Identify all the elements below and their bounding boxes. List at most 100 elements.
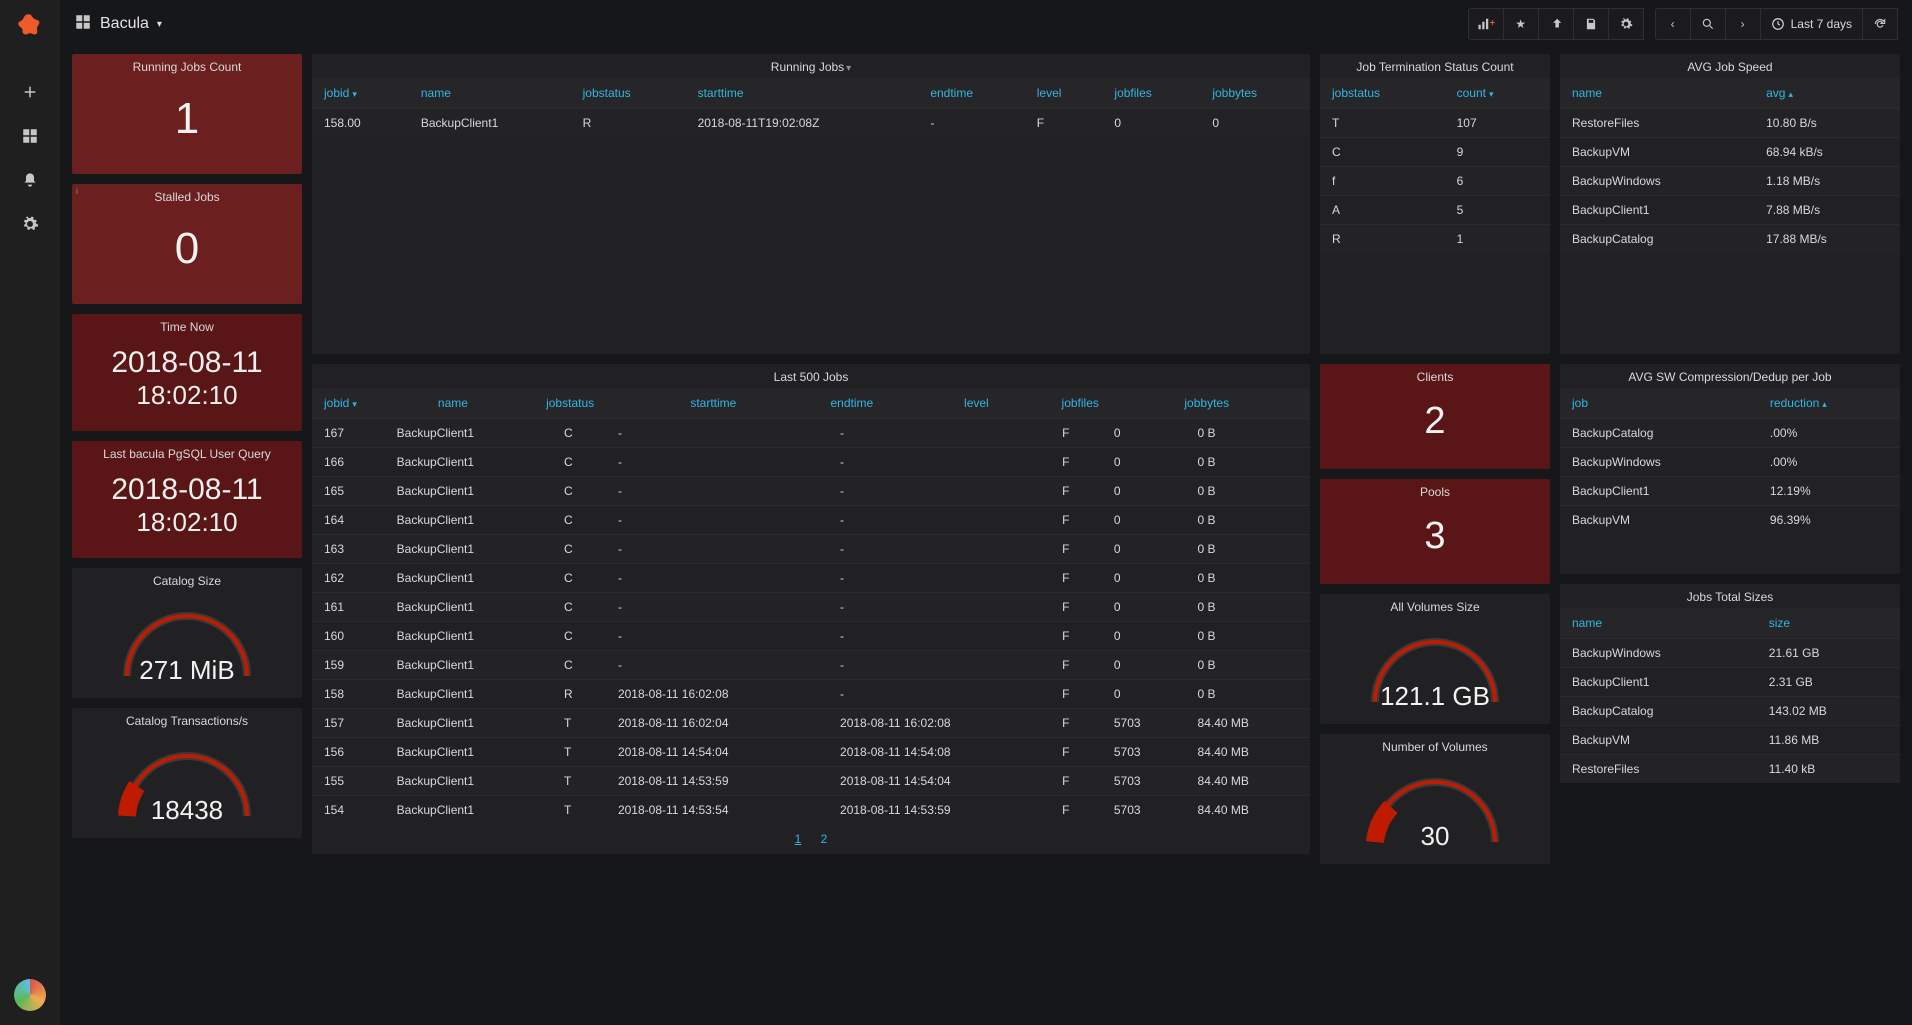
time-forward-button[interactable]: › (1725, 8, 1761, 40)
col-jobstatus[interactable]: jobstatus (1320, 78, 1445, 109)
col-jobid[interactable]: jobid▾ (312, 78, 409, 109)
info-icon[interactable]: i (76, 186, 78, 196)
time-range-picker[interactable]: Last 7 days (1760, 8, 1863, 40)
table-row[interactable]: 154BackupClient1T2018-08-11 14:53:542018… (312, 796, 1310, 825)
panel-title[interactable]: Number of Volumes (1320, 734, 1550, 758)
table-row[interactable]: BackupClient12.31 GB (1560, 668, 1900, 697)
col-name[interactable]: name (1560, 608, 1757, 639)
col-name[interactable]: name (409, 78, 571, 109)
table-row[interactable]: 157BackupClient1T2018-08-11 16:02:042018… (312, 709, 1310, 738)
share-button[interactable] (1538, 8, 1574, 40)
col-size[interactable]: size (1757, 608, 1900, 639)
nav-settings-icon[interactable] (0, 202, 60, 246)
col-jobstatus[interactable]: jobstatus (571, 78, 686, 109)
table-row[interactable]: BackupVM96.39% (1560, 506, 1900, 535)
panel-title[interactable]: Last 500 Jobs (312, 364, 1310, 388)
table-row[interactable]: 167BackupClient1C--F00 B (312, 419, 1310, 448)
table-row[interactable]: 158.00BackupClient1R2018-08-11T19:02:08Z… (312, 109, 1310, 138)
table-row[interactable]: BackupCatalog17.88 MB/s (1560, 225, 1900, 254)
col-jobfiles[interactable]: jobfiles (1050, 388, 1173, 418)
panel-title[interactable]: Stalled Jobs (72, 184, 302, 208)
table-row[interactable]: 164BackupClient1C--F00 B (312, 506, 1310, 535)
table-row[interactable]: T107 (1320, 109, 1550, 138)
table-row[interactable]: f6 (1320, 167, 1550, 196)
table-row[interactable]: BackupCatalog143.02 MB (1560, 697, 1900, 726)
panel-title[interactable]: Pools (1320, 479, 1550, 503)
col-name[interactable]: name (426, 388, 534, 418)
col-jobbytes[interactable]: jobbytes (1200, 78, 1310, 109)
col-level[interactable]: level (1025, 78, 1103, 109)
col-job[interactable]: job (1560, 388, 1758, 419)
col-reduction[interactable]: reduction▴ (1758, 388, 1900, 419)
panel-title[interactable]: Catalog Transactions/s (72, 708, 302, 732)
nav-alerts-icon[interactable] (0, 158, 60, 202)
cell-reduction: 12.19% (1758, 477, 1900, 506)
save-button[interactable] (1573, 8, 1609, 40)
panel-title[interactable]: Time Now (72, 314, 302, 338)
table-row[interactable]: A5 (1320, 196, 1550, 225)
nav-dashboards-icon[interactable] (0, 114, 60, 158)
panel-title[interactable]: Running Jobs Count (72, 54, 302, 78)
table-row[interactable]: C9 (1320, 138, 1550, 167)
table-row[interactable]: 155BackupClient1T2018-08-11 14:53:592018… (312, 767, 1310, 796)
table-row[interactable]: 158BackupClient1R2018-08-11 16:02:08-F00… (312, 680, 1310, 709)
panel-title[interactable]: Job Termination Status Count (1320, 54, 1550, 78)
table-row[interactable]: 163BackupClient1C--F00 B (312, 535, 1310, 564)
table-row[interactable]: BackupWindows21.61 GB (1560, 639, 1900, 668)
dashboard-picker[interactable]: Bacula ▾ (74, 13, 162, 36)
col-endtime[interactable]: endtime (918, 78, 1024, 109)
panel-title[interactable]: All Volumes Size (1320, 594, 1550, 618)
col-endtime[interactable]: endtime (819, 388, 953, 418)
table-row[interactable]: 165BackupClient1C--F00 B (312, 477, 1310, 506)
panel-title[interactable]: Jobs Total Sizes (1560, 584, 1900, 608)
panel-title[interactable]: Running Jobs▾ (312, 54, 1310, 78)
col-jobid[interactable]: jobid▾ (312, 388, 426, 418)
col-jobfiles[interactable]: jobfiles (1102, 78, 1200, 109)
col-avg[interactable]: avg▴ (1754, 78, 1900, 109)
cell-starttime: 2018-08-11 14:54:04 (606, 738, 828, 767)
table-row[interactable]: 160BackupClient1C--F00 B (312, 622, 1310, 651)
col-starttime[interactable]: starttime (678, 388, 818, 418)
zoom-out-button[interactable] (1690, 8, 1726, 40)
cell-count: 5 (1445, 196, 1550, 225)
table-row[interactable]: RestoreFiles10.80 B/s (1560, 109, 1900, 138)
table-row[interactable]: 159BackupClient1C--F00 B (312, 651, 1310, 680)
time-back-button[interactable]: ‹ (1655, 8, 1691, 40)
panel-title[interactable]: AVG SW Compression/Dedup per Job (1560, 364, 1900, 388)
table-row[interactable]: BackupVM68.94 kB/s (1560, 138, 1900, 167)
table-row[interactable]: 161BackupClient1C--F00 B (312, 593, 1310, 622)
nav-add-icon[interactable] (0, 70, 60, 114)
col-name[interactable]: name (1560, 78, 1754, 109)
table-row[interactable]: 166BackupClient1C--F00 B (312, 448, 1310, 477)
table-row[interactable]: BackupVM11.86 MB (1560, 726, 1900, 755)
col-jobbytes[interactable]: jobbytes (1172, 388, 1310, 418)
user-avatar[interactable] (14, 979, 46, 1011)
col-count[interactable]: count▾ (1445, 78, 1550, 109)
table-row[interactable]: 156BackupClient1T2018-08-11 14:54:042018… (312, 738, 1310, 767)
star-button[interactable]: ★ (1503, 8, 1539, 40)
panel-title[interactable]: Clients (1320, 364, 1550, 388)
table-row[interactable]: RestoreFiles11.40 kB (1560, 755, 1900, 784)
table-row[interactable]: R1 (1320, 225, 1550, 254)
panel-title[interactable]: Catalog Size (72, 568, 302, 592)
table-row[interactable]: BackupCatalog.00% (1560, 419, 1900, 448)
stat-value: 0 (72, 208, 302, 294)
refresh-button[interactable] (1862, 8, 1898, 40)
panel-title[interactable]: AVG Job Speed (1560, 54, 1900, 78)
table-row[interactable]: BackupWindows.00% (1560, 448, 1900, 477)
col-starttime[interactable]: starttime (686, 78, 919, 109)
table-row[interactable]: 162BackupClient1C--F00 B (312, 564, 1310, 593)
cell-endtime: - (828, 535, 1050, 564)
page-2[interactable]: 2 (813, 832, 836, 846)
table-row[interactable]: BackupWindows1.18 MB/s (1560, 167, 1900, 196)
grafana-logo-icon[interactable] (16, 12, 44, 40)
table-row[interactable]: BackupClient17.88 MB/s (1560, 196, 1900, 225)
panel-title[interactable]: Last bacula PgSQL User Query (72, 441, 302, 465)
table-row[interactable]: BackupClient112.19% (1560, 477, 1900, 506)
cell-jobbytes: 0 B (1186, 477, 1310, 506)
col-jobstatus[interactable]: jobstatus (534, 388, 678, 418)
page-1[interactable]: 1 (787, 832, 810, 846)
col-level[interactable]: level (952, 388, 1049, 418)
settings-button[interactable] (1608, 8, 1644, 40)
add-panel-button[interactable]: + (1468, 8, 1504, 40)
